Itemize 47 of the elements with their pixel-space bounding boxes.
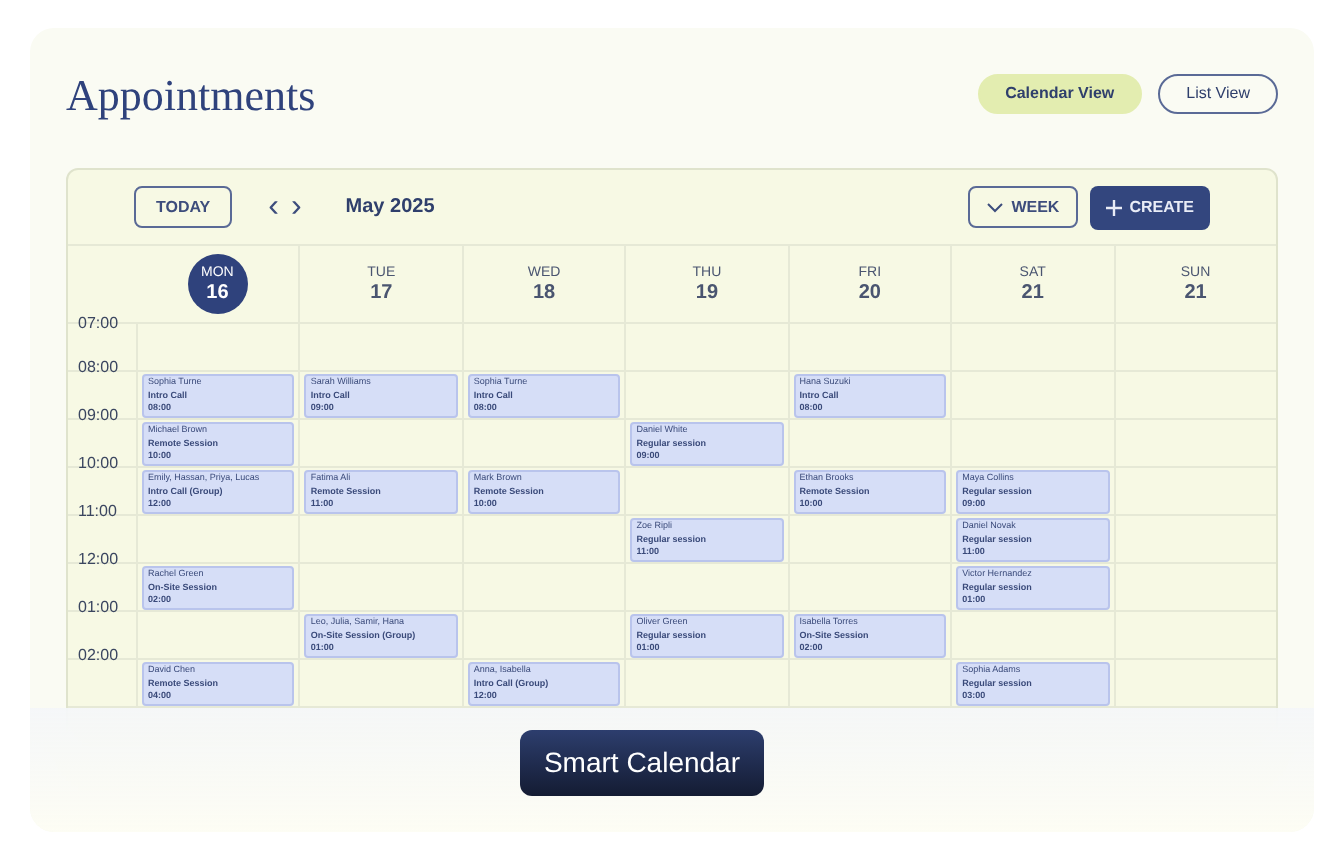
smart-calendar-badge: Smart Calendar — [519, 730, 765, 796]
calendar-slot[interactable] — [298, 516, 462, 564]
calendar-slot[interactable] — [298, 564, 462, 612]
view-tab[interactable]: List View — [1158, 74, 1278, 114]
calendar-slot[interactable] — [298, 324, 462, 372]
time-label: 11:00 — [78, 504, 117, 520]
calendar-slot[interactable] — [787, 420, 951, 468]
calendar-slot[interactable] — [298, 420, 462, 468]
time-label: 08:00 — [78, 360, 119, 376]
chevron-down-icon — [985, 201, 1004, 213]
calendar-slot[interactable] — [787, 516, 951, 564]
calendar-slot[interactable] — [1113, 324, 1276, 372]
previous-button[interactable]: ‹ — [268, 191, 279, 223]
calendar-slot[interactable] — [461, 420, 625, 468]
view-tab[interactable]: Calendar View — [977, 74, 1143, 114]
calendar-slot[interactable] — [136, 324, 299, 372]
calendar-slot[interactable] — [950, 420, 1114, 468]
month-label: May 2025 — [345, 194, 435, 222]
calendar-slot[interactable] — [461, 324, 625, 372]
calendar-slot[interactable] — [1113, 564, 1276, 612]
time-label: 01:00 — [78, 600, 119, 616]
calendar-slot[interactable] — [461, 612, 625, 660]
time-label: 10:00 — [78, 456, 119, 472]
calendar-slot[interactable] — [1113, 612, 1276, 660]
calendar-slot[interactable] — [624, 468, 788, 516]
week-dropdown[interactable]: WEEK — [967, 186, 1078, 228]
next-button[interactable]: › — [290, 191, 302, 223]
calendar-slot[interactable] — [950, 612, 1114, 660]
plus-icon — [1105, 199, 1122, 215]
time-label: 02:00 — [78, 648, 119, 664]
calendar-slot[interactable] — [787, 564, 951, 612]
calendar-slot[interactable] — [624, 564, 788, 612]
time-label: 12:00 — [78, 552, 119, 568]
calendar-slot[interactable] — [1113, 420, 1276, 468]
time-label: 07:00 — [78, 316, 119, 332]
calendar-slot[interactable] — [787, 324, 951, 372]
calendar-slot[interactable] — [136, 516, 299, 564]
calendar-slot[interactable] — [1113, 516, 1276, 564]
today-button[interactable]: TODAY — [134, 186, 233, 228]
calendar-slot[interactable] — [1113, 468, 1276, 516]
create-button[interactable]: CREATE — [1089, 185, 1210, 229]
calendar-slot[interactable] — [461, 516, 625, 564]
calendar-slot[interactable] — [624, 372, 788, 420]
calendar-slot[interactable] — [1113, 372, 1276, 420]
page-title: Appointments — [66, 67, 316, 124]
time-label: 09:00 — [78, 408, 119, 424]
calendar-slot[interactable] — [136, 612, 299, 660]
